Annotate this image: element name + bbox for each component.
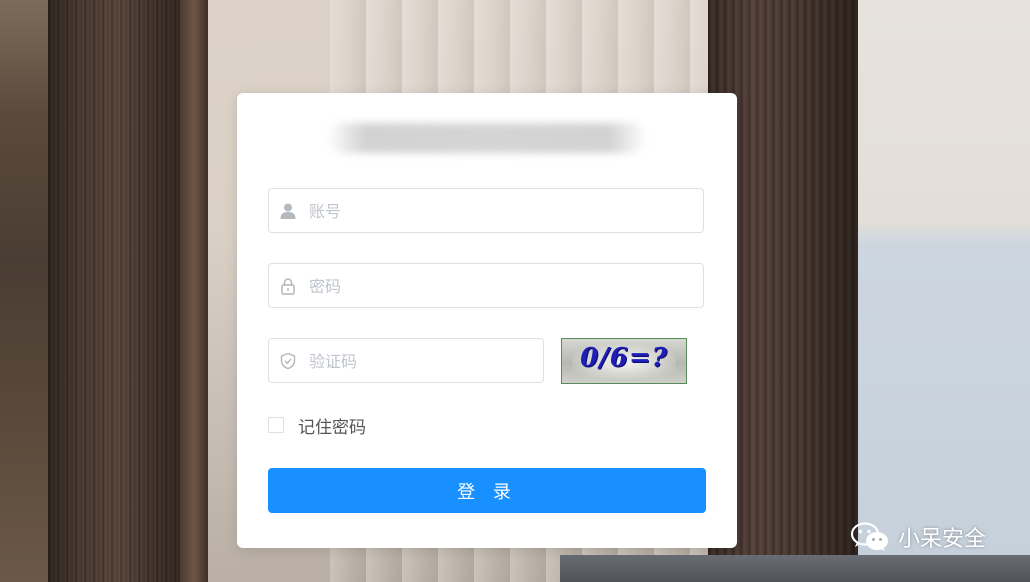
remember-checkbox[interactable] <box>268 417 284 433</box>
shield-check-icon <box>279 352 297 370</box>
captcha-input[interactable] <box>307 339 535 384</box>
lock-icon <box>279 277 297 295</box>
watermark: 小呆安全 <box>850 520 986 554</box>
username-input[interactable] <box>307 189 695 234</box>
login-button[interactable]: 登 录 <box>268 468 706 513</box>
wooden-beam-left-edge <box>180 0 208 582</box>
captcha-image[interactable]: 0/6=? <box>561 338 687 384</box>
background-window-right <box>858 0 1030 582</box>
password-input[interactable] <box>307 264 695 309</box>
remember-label: 记住密码 <box>298 417 366 438</box>
user-icon <box>279 202 297 220</box>
blurred-title <box>327 123 647 153</box>
background-floor <box>560 555 1030 582</box>
login-card: 0/6=? 记住密码 登 录 <box>237 93 737 548</box>
captcha-field[interactable] <box>268 338 544 384</box>
wechat-icon <box>850 521 890 553</box>
watermark-text: 小呆安全 <box>898 527 987 552</box>
password-field[interactable] <box>268 263 704 309</box>
remember-password[interactable]: 记住密码 <box>268 413 366 438</box>
captcha-text: 0/6=? <box>580 343 668 373</box>
username-field[interactable] <box>268 188 704 234</box>
